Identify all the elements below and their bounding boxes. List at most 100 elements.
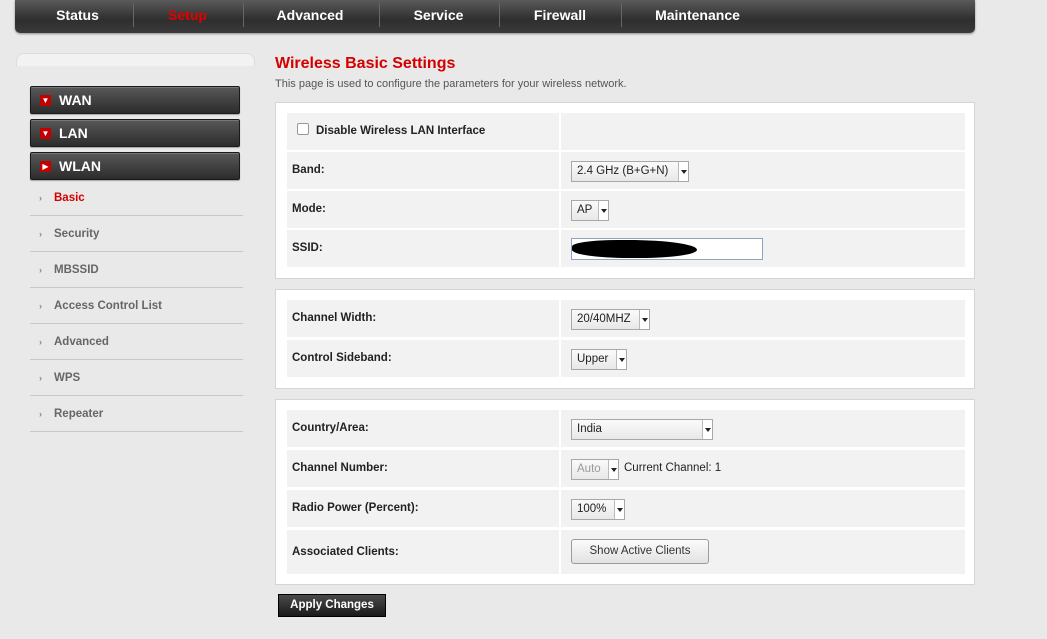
sidebar-item-security[interactable]: › Security [30,216,243,252]
sidebar-item-basic[interactable]: › Basic [30,180,243,216]
control-sideband-select[interactable]: Upper [571,349,627,370]
band-cell: 2.4 GHz (B+G+N) [559,152,965,189]
sidebar-item-label: Basic [54,192,85,204]
control-sideband-cell: Upper [559,340,965,377]
radio-power-cell: 100% [559,490,965,527]
channel-number-label: Channel Number: [292,462,388,474]
control-sideband-label: Control Sideband: [292,352,392,364]
radio-settings-panel: Country/Area: India Channel Number: Auto… [275,399,975,585]
sidebar-header [16,53,255,67]
current-channel-text: Current Channel: 1 [624,462,722,474]
chevron-down-icon: ▼ [40,128,51,139]
ssid-cell [559,230,965,267]
mode-label: Mode: [292,203,326,215]
nav-divider [499,3,500,27]
country-cell: India [559,410,965,447]
radio-power-value: 100% [577,503,607,515]
mode-value: AP [577,204,593,216]
sidebar-section-wan[interactable]: ▼ WAN [30,86,240,114]
country-select[interactable]: India [571,419,713,440]
control-sideband-value: Upper [577,353,609,365]
sidebar: ▼ WAN ▼ LAN ▶ WLAN › Basic › Security › MBS… [16,66,255,639]
nav-divider [621,3,622,27]
channel-width-label: Channel Width: [292,312,377,324]
sidebar-item-label: Security [54,228,100,240]
nav-divider [379,3,380,27]
basic-settings-panel: Disable Wireless LAN Interface Band: 2.4… [275,102,975,279]
sidebar-item-label: WPS [54,372,81,384]
sidebar-item-label: Repeater [54,408,104,420]
country-row: Country/Area: India [287,410,965,447]
sidebar-item-mbssid[interactable]: › MBSSID [30,252,243,288]
disable-wlan-cell: Disable Wireless LAN Interface [287,113,557,150]
top-navigation: Status Setup Advanced Service Firewall M… [15,0,975,33]
associated-clients-cell: Show Active Clients [559,530,965,574]
band-row: Band: 2.4 GHz (B+G+N) [287,152,965,189]
mode-row: Mode: AP [287,191,965,228]
bullet-icon: › [39,409,42,419]
bullet-icon: › [39,337,42,347]
nav-divider [133,3,134,27]
channel-number-value: Auto [577,463,601,475]
apply-changes-button[interactable]: Apply Changes [278,594,386,617]
sidebar-item-label: Access Control List [54,300,162,312]
ssid-label: SSID: [292,242,323,254]
sidebar-item-label: Advanced [54,336,109,348]
disable-wlan-checkbox[interactable] [297,123,309,135]
dropdown-arrow-icon [614,500,624,519]
radio-power-row: Radio Power (Percent): 100% [287,490,965,527]
radio-power-label: Radio Power (Percent): [292,502,419,514]
dropdown-arrow-icon [639,310,649,329]
tab-maintenance[interactable]: Maintenance [645,0,750,30]
radio-power-select[interactable]: 100% [571,499,625,520]
tab-service[interactable]: Service [400,0,477,30]
dropdown-arrow-icon [702,420,712,439]
bullet-icon: › [39,229,42,239]
band-label: Band: [292,164,325,176]
disable-wlan-row: Disable Wireless LAN Interface [287,113,965,150]
band-select[interactable]: 2.4 GHz (B+G+N) [571,161,689,182]
sidebar-section-lan[interactable]: ▼ LAN [30,119,240,147]
channel-width-panel: Channel Width: 20/40MHZ Control Sideband… [275,289,975,389]
channel-width-cell: 20/40MHZ [559,300,965,337]
nav-divider [243,3,244,27]
ssid-input[interactable] [571,238,763,260]
sidebar-section-wlan[interactable]: ▶ WLAN [30,152,240,180]
sidebar-section-label: LAN [59,125,88,141]
sidebar-item-label: MBSSID [54,264,99,276]
empty-cell [559,113,965,150]
sidebar-item-advanced[interactable]: › Advanced [30,324,243,360]
sidebar-item-repeater[interactable]: › Repeater [30,396,243,432]
country-value: India [577,423,602,435]
channel-width-select[interactable]: 20/40MHZ [571,309,650,330]
tab-advanced[interactable]: Advanced [265,0,355,30]
dropdown-arrow-icon [678,162,688,181]
disable-wlan-label: Disable Wireless LAN Interface [316,125,486,137]
mode-select[interactable]: AP [571,200,609,221]
sidebar-item-wps[interactable]: › WPS [30,360,243,396]
tab-setup[interactable]: Setup [150,0,225,30]
chevron-right-icon: ▶ [40,161,51,172]
sidebar-item-access-control-list[interactable]: › Access Control List [30,288,243,324]
band-value: 2.4 GHz (B+G+N) [577,165,669,177]
redaction-mark [572,240,697,258]
bullet-icon: › [39,193,42,203]
sidebar-section-label: WLAN [59,158,101,174]
channel-width-value: 20/40MHZ [577,313,631,325]
sidebar-section-label: WAN [59,92,92,108]
page-description: This page is used to configure the param… [275,78,627,90]
channel-number-select[interactable]: Auto [571,459,619,480]
associated-clients-row: Associated Clients: Show Active Clients [287,530,965,574]
tab-firewall[interactable]: Firewall [520,0,600,30]
bullet-icon: › [39,373,42,383]
dropdown-arrow-icon [608,460,618,479]
show-active-clients-button[interactable]: Show Active Clients [571,539,709,564]
chevron-down-icon: ▼ [40,95,51,106]
ssid-row: SSID: [287,230,965,267]
bullet-icon: › [39,265,42,275]
dropdown-arrow-icon [598,201,608,220]
tab-status[interactable]: Status [40,0,115,30]
mode-cell: AP [559,191,965,228]
country-label: Country/Area: [292,422,369,434]
control-sideband-row: Control Sideband: Upper [287,340,965,377]
